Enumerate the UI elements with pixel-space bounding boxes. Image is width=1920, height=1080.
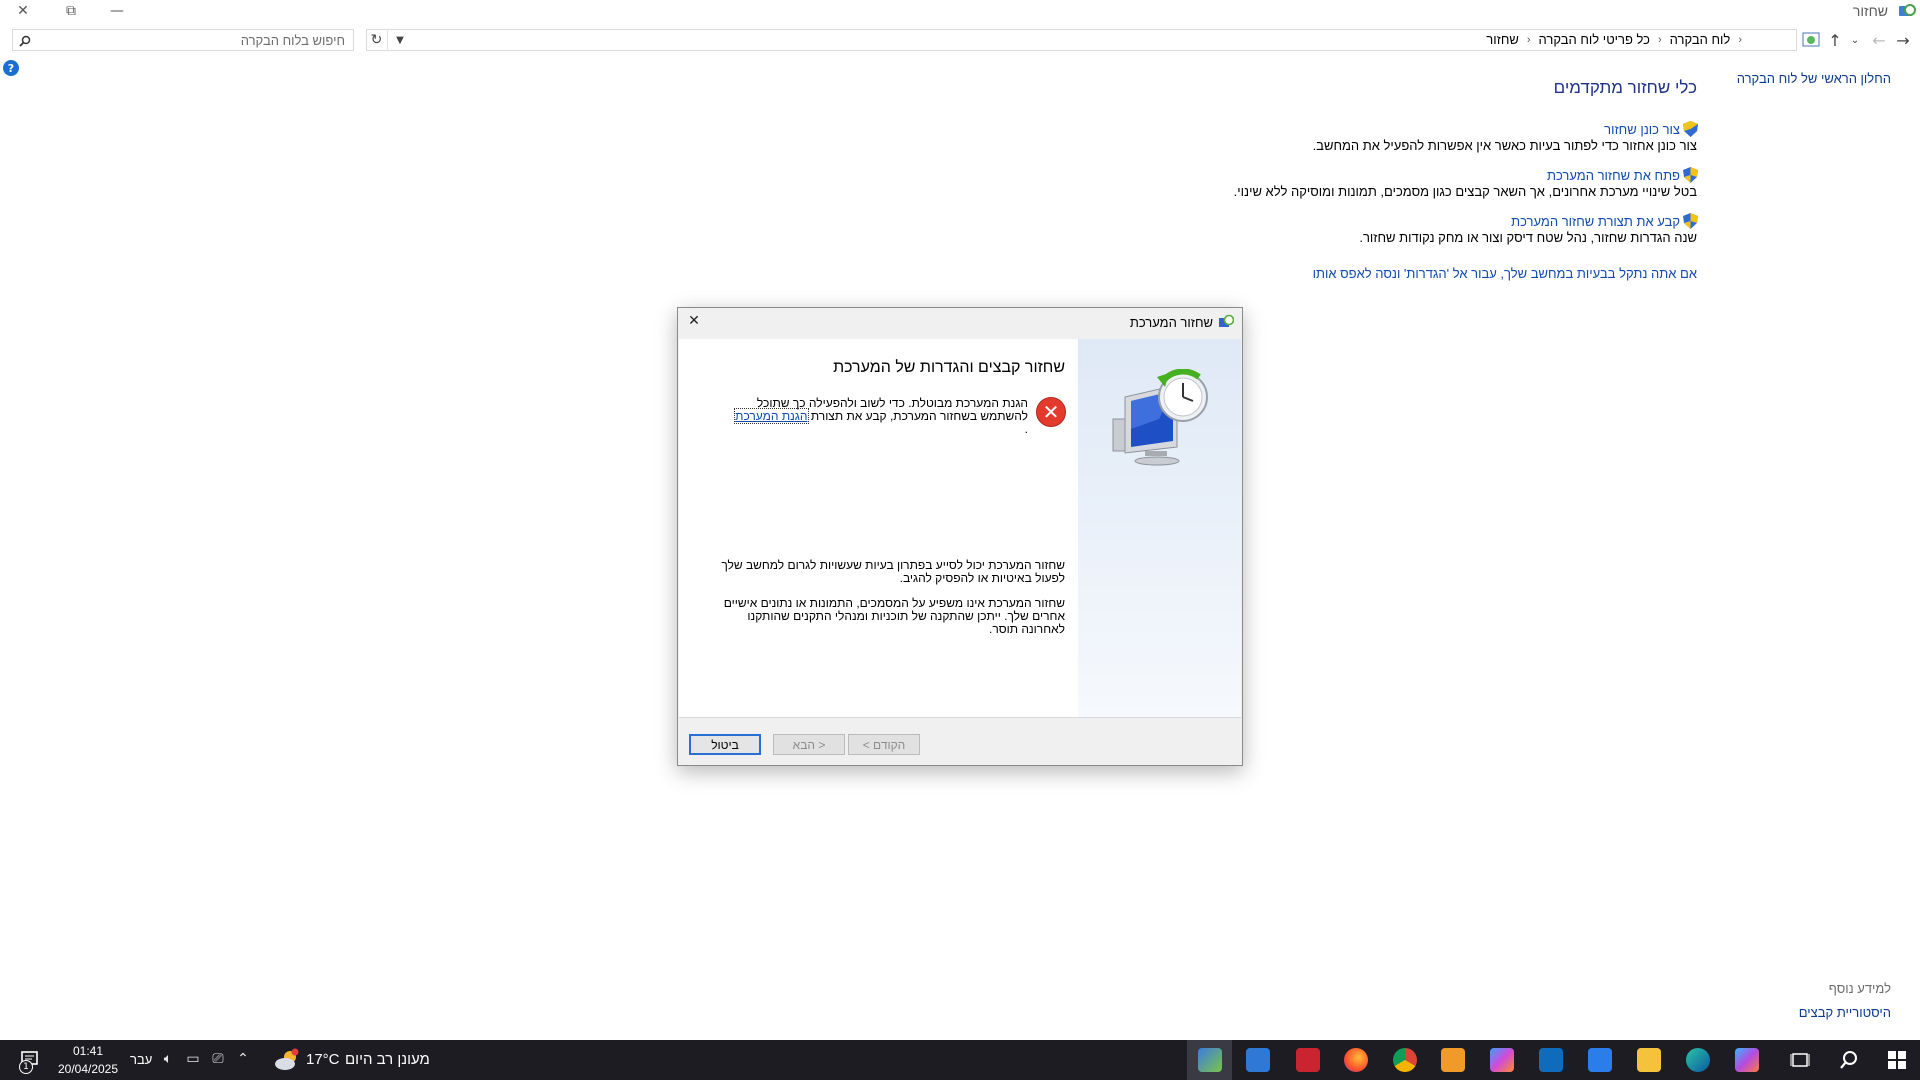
- taskbar-app-control-panel[interactable]: [1243, 1045, 1273, 1075]
- chevron-down-icon: ⌄: [1850, 34, 1860, 46]
- taskbar-app-copilot[interactable]: [1732, 1045, 1762, 1075]
- minimize-window-button[interactable]: —: [94, 0, 140, 22]
- search-input[interactable]: [35, 32, 345, 48]
- error-icon: ✕: [1036, 397, 1066, 427]
- close-icon: ✕: [688, 313, 700, 329]
- breadcrumb-item-control-panel[interactable]: לוח הבקרה: [1670, 32, 1731, 47]
- configure-system-restore-desc: שנה הגדרות שחזור, נהל שטח דיסק וצור או מ…: [1359, 230, 1697, 245]
- open-system-restore-link[interactable]: פתח את שחזור המערכת: [1547, 168, 1680, 183]
- recovery-app-icon: [1898, 3, 1916, 21]
- chevron-left-icon: ‹: [1658, 33, 1662, 46]
- taskbar-app-chrome[interactable]: [1390, 1045, 1420, 1075]
- recent-locations-button[interactable]: ⌄: [1844, 30, 1866, 50]
- back-button[interactable]: →: [1892, 30, 1914, 50]
- taskbar-app-media-player[interactable]: [1438, 1045, 1468, 1075]
- chevron-left-icon: ‹: [1526, 33, 1531, 46]
- back-wizard-button[interactable]: < הקודם: [848, 734, 920, 755]
- file-history-link[interactable]: היסטוריית קבצים: [1799, 1005, 1891, 1020]
- breadcrumb: ‹ לוח הבקרה ‹ כל פריטי לוח הבקרה ‹ שחזור: [1486, 32, 1742, 47]
- weather-cloud-icon[interactable]: [272, 1045, 302, 1075]
- configure-system-restore-link[interactable]: קבע את תצורת שחזור המערכת: [1511, 214, 1680, 229]
- uac-shield-icon: [1683, 213, 1698, 229]
- system-protection-link[interactable]: הגנת המערכת: [734, 408, 809, 424]
- control-panel-home-link[interactable]: החלון הראשי של לוח הבקרה: [1737, 71, 1891, 86]
- taskbar-app-store[interactable]: [1585, 1045, 1615, 1075]
- see-also-label: למידע נוסף: [1828, 981, 1891, 996]
- next-wizard-button[interactable]: הבא >: [773, 734, 845, 755]
- page-title: כלי שחזור מתקדמים: [1553, 78, 1697, 97]
- breadcrumb-item-all-items[interactable]: כל פריטי לוח הבקרה: [1539, 32, 1650, 47]
- refresh-icon: ↻: [370, 32, 383, 48]
- taskbar-clock-time[interactable]: 01:41: [52, 1044, 124, 1058]
- up-button[interactable]: ↑: [1824, 30, 1846, 50]
- dialog-close-button[interactable]: ✕: [683, 312, 705, 330]
- forward-button[interactable]: ←: [1868, 30, 1890, 50]
- reset-pc-settings-link[interactable]: אם אתה נתקל בבעיות במחשב שלך, עבור אל 'ה…: [1313, 266, 1697, 281]
- close-window-button[interactable]: ✕: [0, 0, 46, 22]
- status-period: .: [1024, 422, 1028, 436]
- taskbar-app-m365[interactable]: [1487, 1045, 1517, 1075]
- meet-now-icon[interactable]: ⎚: [210, 1051, 226, 1067]
- dialog-title: שחזור המערכת: [1129, 315, 1213, 330]
- address-dropdown-button[interactable]: ▼: [391, 29, 409, 51]
- cancel-button[interactable]: ביטול: [689, 734, 761, 755]
- taskbar-app-outlook[interactable]: [1536, 1045, 1566, 1075]
- close-icon: ✕: [17, 3, 29, 19]
- taskbar-app-edge[interactable]: [1683, 1045, 1713, 1075]
- create-recovery-drive-desc: צור כונן אחזור כדי לפתור בעיות כאשר אין …: [1312, 138, 1697, 153]
- system-restore-icon: [1218, 314, 1234, 330]
- computer-restore-clock-icon: [1111, 369, 1211, 469]
- taskbar-clock-date[interactable]: 20/04/2025: [52, 1062, 124, 1076]
- show-hidden-icons-chevron-up-icon[interactable]: ⌃: [235, 1051, 251, 1067]
- arrow-up-icon: ↑: [1828, 30, 1842, 50]
- refresh-button[interactable]: ↻: [366, 29, 388, 51]
- window-title: שחזור: [1852, 3, 1888, 19]
- dialog-info-paragraph-2: שחזור המערכת אינו משפיע על המסמכים, התמו…: [723, 596, 1065, 636]
- search-icon: [17, 33, 33, 49]
- taskbar-app-firefox[interactable]: [1341, 1045, 1371, 1075]
- dialog-heading: שחזור קבצים והגדרות של המערכת: [833, 359, 1065, 376]
- taskbar-app-file-explorer[interactable]: [1634, 1045, 1664, 1075]
- restore-icon: ⧉: [66, 3, 76, 19]
- dialog-side-panel: [1078, 339, 1241, 717]
- weather-temperature[interactable]: 17°C: [306, 1051, 340, 1068]
- arrow-right-icon: →: [1896, 30, 1910, 50]
- system-restore-dialog: שחזור המערכת ✕ שחזור קבצים והגדרות של המ…: [677, 307, 1243, 766]
- minimize-icon: —: [110, 3, 124, 19]
- search-box[interactable]: [12, 29, 354, 51]
- notification-count-badge: 1: [19, 1060, 33, 1074]
- dialog-footer-divider: [679, 717, 1241, 718]
- chevron-left-icon: ‹: [1738, 33, 1742, 46]
- open-system-restore-desc: בטל שינויי מערכת אחרונים, אך השאר קבצים …: [1233, 184, 1697, 199]
- chevron-down-icon: ▼: [396, 34, 404, 46]
- weather-description[interactable]: מעונן רב היום: [345, 1051, 430, 1068]
- input-language-indicator[interactable]: עבר: [130, 1052, 152, 1067]
- taskbar-app-system-restore[interactable]: [1195, 1045, 1225, 1075]
- volume-icon[interactable]: 🔈︎: [160, 1051, 176, 1067]
- network-icon[interactable]: ▭: [185, 1051, 201, 1067]
- task-view-icon[interactable]: [1785, 1045, 1815, 1075]
- dialog-info-paragraph-1: שחזור המערכת יכול לסייע בפתרון בעיות שעש…: [721, 558, 1065, 585]
- create-recovery-drive-link[interactable]: צור כונן שחזור: [1604, 122, 1680, 137]
- dialog-body: שחזור קבצים והגדרות של המערכת ✕ הגנת המע…: [679, 339, 1241, 717]
- start-button-windows-icon[interactable]: [1882, 1045, 1912, 1075]
- breadcrumb-item-recovery[interactable]: שחזור: [1486, 32, 1519, 47]
- arrow-left-icon: ←: [1872, 30, 1886, 50]
- system-protection-status: הגנת המערכת מבוטלת. כדי לשוב ולהפעילה כך…: [708, 397, 1028, 436]
- taskbar-app-anydesk[interactable]: [1293, 1045, 1323, 1075]
- restore-window-button[interactable]: ⧉: [48, 0, 94, 22]
- uac-shield-icon: [1683, 121, 1698, 137]
- control-panel-icon: [1802, 32, 1820, 48]
- help-icon[interactable]: ?: [3, 60, 19, 76]
- uac-shield-icon: [1683, 167, 1698, 183]
- search-icon[interactable]: [1834, 1045, 1864, 1075]
